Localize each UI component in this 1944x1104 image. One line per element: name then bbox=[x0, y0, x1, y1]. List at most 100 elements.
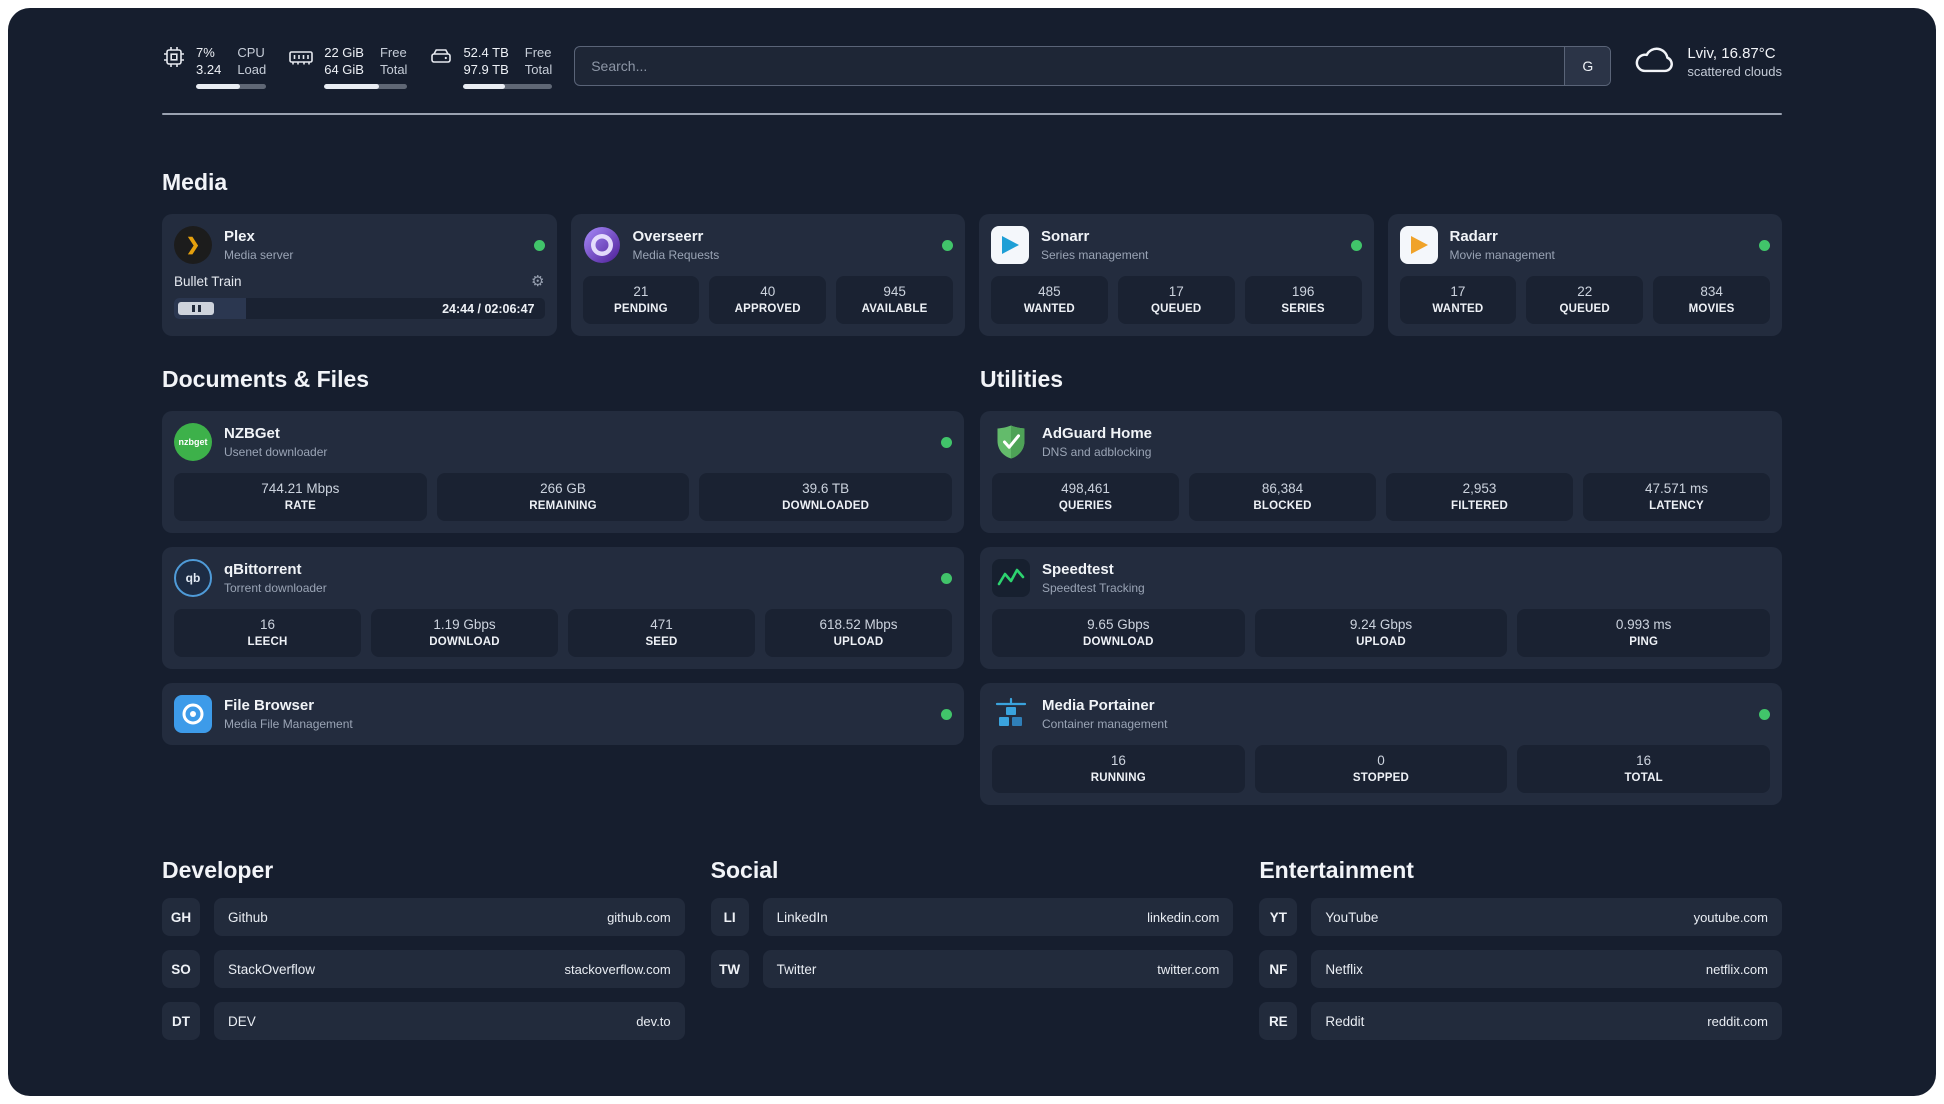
ram-free-value: 22 GiB bbox=[324, 45, 364, 60]
filebrowser-card[interactable]: File Browser Media File Management bbox=[162, 683, 964, 745]
link-row-netflix: NF Netflix netflix.com bbox=[1259, 950, 1782, 988]
github-link[interactable]: Github github.com bbox=[214, 898, 685, 936]
youtube-badge[interactable]: YT bbox=[1259, 898, 1298, 936]
link-row-reddit: RE Reddit reddit.com bbox=[1259, 1002, 1782, 1040]
ram-progress-bar bbox=[324, 84, 408, 89]
speedtest-card[interactable]: Speedtest Speedtest Tracking 9.65 Gbps DO… bbox=[980, 547, 1782, 669]
app-name: Speedtest bbox=[1042, 561, 1114, 578]
app-subtitle: Media Requests bbox=[632, 248, 720, 262]
reddit-link[interactable]: Reddit reddit.com bbox=[1311, 1002, 1782, 1040]
social-links-section: Social LI LinkedIn linkedin.com TW Twitt… bbox=[710, 857, 1234, 1040]
qbittorrent-card[interactable]: qb qBittorrent Torrent downloader 16 LEEC… bbox=[162, 547, 964, 669]
app-name: Sonarr bbox=[1041, 228, 1090, 245]
linkedin-badge[interactable]: LI bbox=[710, 898, 749, 936]
disk-monitor: 52.4 TB 97.9 TB Free Total bbox=[429, 44, 553, 89]
portainer-card[interactable]: Media Portainer Container management 16 R… bbox=[980, 683, 1782, 805]
status-dot bbox=[941, 572, 952, 584]
app-name: NZBGet bbox=[224, 425, 280, 442]
nzbget-card[interactable]: nzbget NZBGet Usenet downloader 744.21 M… bbox=[162, 411, 964, 533]
playback-progress-bar[interactable]: 24:44 / 02:06:47 bbox=[174, 298, 545, 319]
sonarr-card[interactable]: Sonarr Series management 485 WANTED 17 QUE… bbox=[979, 214, 1374, 336]
weather-location: Lviv, 16.87°C bbox=[1687, 44, 1776, 62]
playback-time: 24:44 / 02:06:47 bbox=[442, 301, 535, 316]
section-title-documents: Documents & Files bbox=[162, 366, 370, 392]
status-dot bbox=[533, 239, 545, 251]
github-badge[interactable]: GH bbox=[162, 898, 200, 936]
cloud-icon bbox=[1633, 44, 1675, 79]
plex-card[interactable]: ❯ Plex Media server Bullet Train ⚙ 24:44… bbox=[162, 214, 557, 336]
reddit-badge[interactable]: RE bbox=[1259, 1002, 1298, 1040]
adguard-card[interactable]: AdGuard Home DNS and adblocking 498,461 Q… bbox=[980, 411, 1782, 533]
ram-free-label: Free bbox=[379, 45, 407, 60]
section-title-entertainment: Entertainment bbox=[1259, 857, 1414, 883]
twitter-link[interactable]: Twitter twitter.com bbox=[762, 950, 1234, 988]
stat-available: 945 AVAILABLE bbox=[836, 276, 953, 324]
gear-icon[interactable]: ⚙ bbox=[531, 272, 544, 290]
youtube-link[interactable]: YouTube youtube.com bbox=[1311, 898, 1782, 936]
link-row-twitter: TW Twitter twitter.com bbox=[710, 950, 1234, 988]
cpu-progress-bar bbox=[196, 84, 267, 89]
search-engine-button[interactable]: G bbox=[1564, 47, 1611, 85]
weather-widget: Lviv, 16.87°C scattered clouds bbox=[1633, 44, 1782, 79]
disk-total-label: Total bbox=[524, 62, 553, 77]
search-input[interactable] bbox=[575, 47, 1565, 85]
entertainment-links-section: Entertainment YT YouTube youtube.com NF … bbox=[1259, 857, 1782, 1040]
dev-badge[interactable]: DT bbox=[162, 1002, 200, 1040]
dev-link[interactable]: DEV dev.to bbox=[214, 1002, 685, 1040]
weather-condition: scattered clouds bbox=[1687, 63, 1782, 79]
plex-icon: ❯ bbox=[174, 226, 212, 264]
stat-download: 1.19 Gbps DOWNLOAD bbox=[371, 609, 558, 657]
netflix-link[interactable]: Netflix netflix.com bbox=[1311, 950, 1782, 988]
stackoverflow-badge[interactable]: SO bbox=[162, 950, 200, 988]
stat-movies: 834 MOVIES bbox=[1653, 276, 1770, 324]
search-bar: G bbox=[574, 46, 1612, 86]
stat-queries: 498,461 QUERIES bbox=[992, 473, 1179, 521]
status-dot bbox=[941, 436, 952, 448]
stat-leech: 16 LEECH bbox=[174, 609, 361, 657]
section-title-developer: Developer bbox=[162, 857, 274, 883]
radarr-icon bbox=[1399, 226, 1438, 264]
stat-total: 16 TOTAL bbox=[1517, 745, 1770, 793]
link-row-youtube: YT YouTube youtube.com bbox=[1259, 898, 1782, 936]
stat-queued: 17 QUEUED bbox=[1117, 276, 1235, 324]
stat-upload: 618.52 Mbps UPLOAD bbox=[765, 609, 952, 657]
app-name: Overseerr bbox=[632, 228, 704, 245]
cpu-load-value: 3.24 bbox=[196, 62, 222, 77]
pause-button[interactable] bbox=[178, 302, 214, 315]
stat-blocked: 86,384 BLOCKED bbox=[1189, 473, 1376, 521]
linkedin-link[interactable]: LinkedIn linkedin.com bbox=[762, 898, 1234, 936]
stat-series: 196 SERIES bbox=[1244, 276, 1362, 324]
netflix-badge[interactable]: NF bbox=[1259, 950, 1298, 988]
sonarr-icon bbox=[991, 226, 1029, 264]
status-dot bbox=[1350, 239, 1362, 251]
app-name: Media Portainer bbox=[1042, 697, 1155, 714]
twitter-badge[interactable]: TW bbox=[710, 950, 749, 988]
stat-upload: 9.24 Gbps UPLOAD bbox=[1254, 609, 1508, 657]
stackoverflow-link[interactable]: StackOverflow stackoverflow.com bbox=[214, 950, 685, 988]
app-name: Radarr bbox=[1449, 228, 1498, 245]
topbar: 7% 3.24 CPU Load 22 GiB 64 GiB Free Tota… bbox=[162, 8, 1782, 89]
app-subtitle: Media File Management bbox=[224, 717, 353, 731]
stat-wanted: 17 WANTED bbox=[1399, 276, 1517, 324]
dashboard-frame: 7% 3.24 CPU Load 22 GiB 64 GiB Free Tota… bbox=[8, 8, 1936, 1096]
app-name: Plex bbox=[224, 228, 255, 245]
app-name: AdGuard Home bbox=[1042, 425, 1153, 442]
status-dot bbox=[941, 708, 952, 720]
overseerr-icon bbox=[583, 226, 621, 264]
stat-queued: 22 QUEUED bbox=[1526, 276, 1644, 324]
overseerr-card[interactable]: Overseerr Media Requests 21 PENDING 40 APP… bbox=[570, 214, 965, 336]
radarr-card[interactable]: Radarr Movie management 17 WANTED 22 QUEUE… bbox=[1387, 214, 1782, 336]
developer-links-section: Developer GH Github github.com SO StackO… bbox=[162, 857, 685, 1040]
topbar-divider bbox=[162, 113, 1782, 115]
disk-icon bbox=[429, 45, 453, 89]
app-subtitle: Torrent downloader bbox=[224, 581, 327, 595]
disk-free-label: Free bbox=[524, 45, 552, 60]
adguard-icon bbox=[992, 423, 1030, 461]
nzbget-icon: nzbget bbox=[174, 423, 212, 461]
section-title-social: Social bbox=[710, 857, 779, 883]
stat-wanted: 485 WANTED bbox=[991, 276, 1108, 324]
app-name: File Browser bbox=[224, 697, 315, 714]
utilities-section: Utilities AdGuard Home DNS and adblockin… bbox=[980, 366, 1782, 805]
documents-section: Documents & Files nzbget NZBGet Usenet d… bbox=[162, 366, 964, 745]
now-playing-title: Bullet Train bbox=[174, 273, 242, 289]
